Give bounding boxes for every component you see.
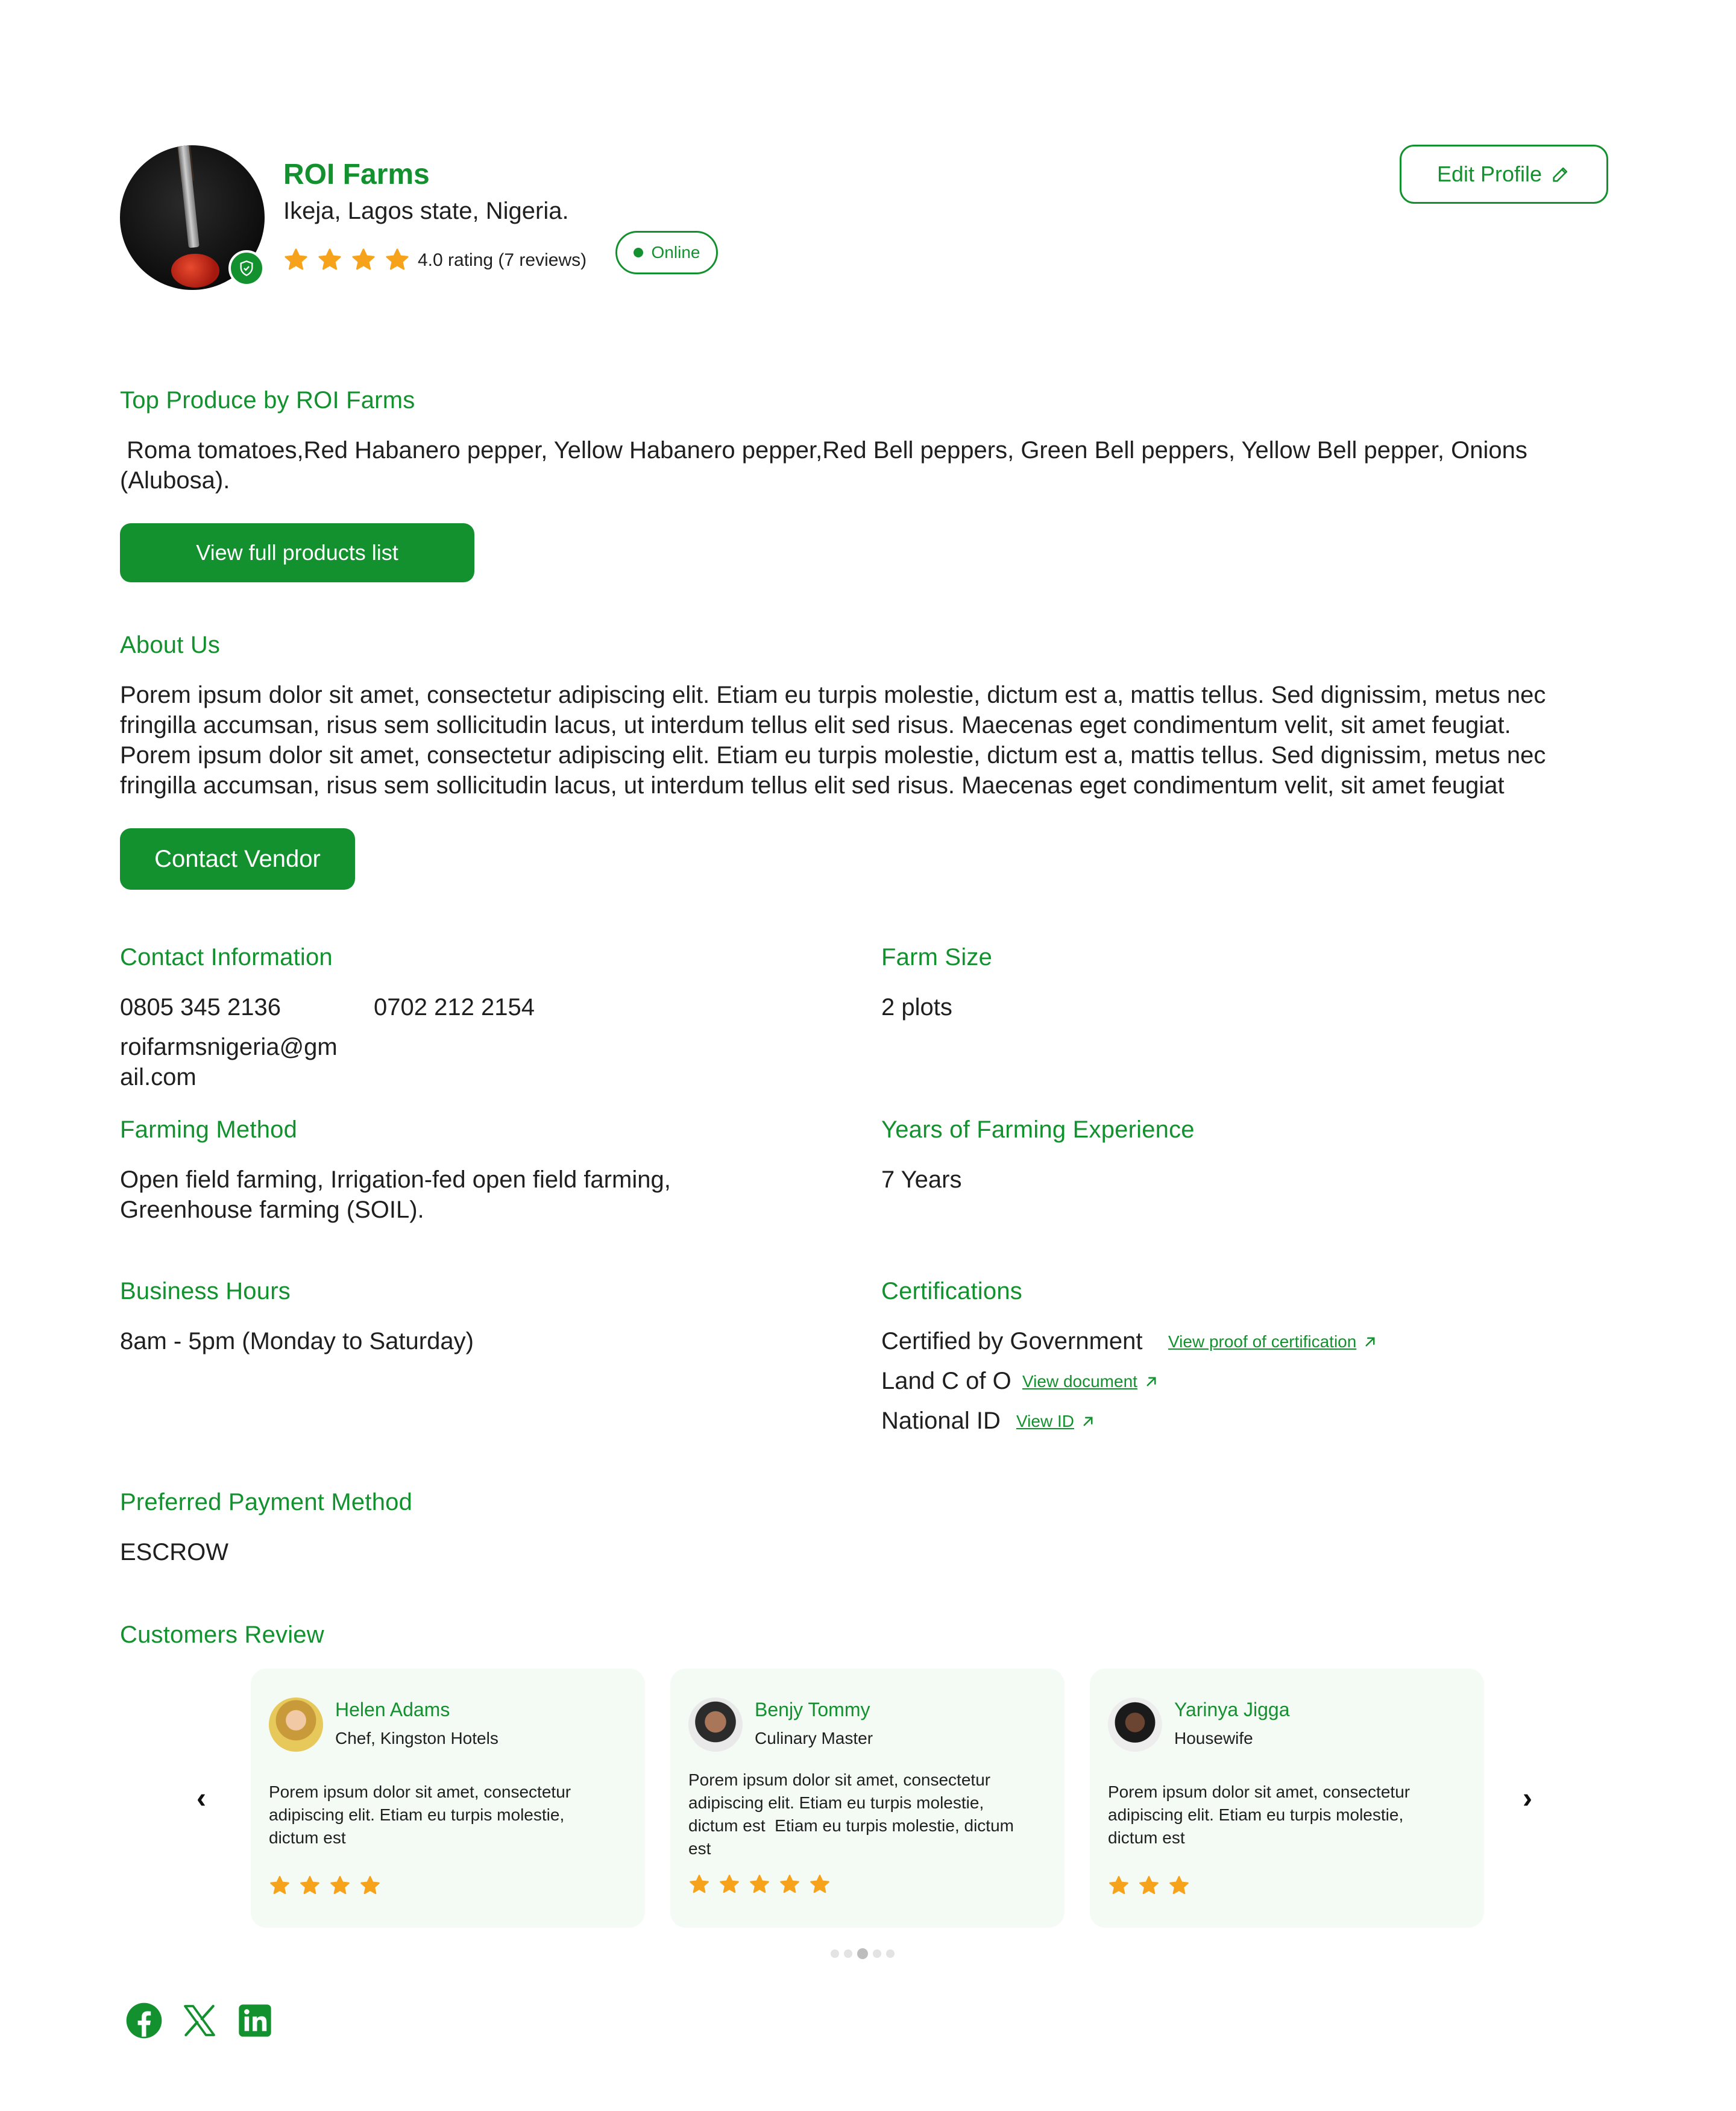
pagination-dot[interactable] <box>873 1949 881 1958</box>
reviewer-role: Culinary Master <box>755 1729 873 1748</box>
view-products-label: View full products list <box>196 540 398 565</box>
farm-size-heading: Farm Size <box>881 944 993 971</box>
carousel-prev-button[interactable]: ‹ <box>197 1782 206 1815</box>
review-card: Helen Adams Chef, Kingston Hotels Porem … <box>251 1669 645 1928</box>
about-line: Porem ipsum dolor sit amet, consectetur … <box>120 742 1546 769</box>
external-link-icon <box>1079 1412 1097 1430</box>
verified-shield-icon <box>228 250 265 286</box>
external-link-icon <box>1361 1333 1379 1351</box>
star-icon <box>283 247 309 272</box>
business-hours-heading: Business Hours <box>120 1278 291 1304</box>
star-icon <box>688 1873 710 1895</box>
vendor-location: Ikeja, Lagos state, Nigeria. <box>283 198 569 224</box>
reviews-heading: Customers Review <box>120 1622 324 1648</box>
star-icon <box>1108 1875 1130 1896</box>
about-heading: About Us <box>120 632 221 658</box>
reviewer-avatar <box>269 1697 323 1752</box>
star-icon <box>719 1873 740 1895</box>
status-badge: Online <box>615 231 718 274</box>
land-cofo-label: Land C of O <box>881 1368 1011 1394</box>
vendor-name: ROI Farms <box>283 159 430 190</box>
edit-profile-label: Edit Profile <box>1436 162 1543 186</box>
star-icon <box>359 1875 381 1896</box>
about-line: Porem ipsum dolor sit amet, consectetur … <box>120 682 1546 708</box>
star-icon <box>1138 1875 1160 1896</box>
view-document-link[interactable]: View document <box>1022 1372 1160 1391</box>
farming-method-heading: Farming Method <box>120 1116 298 1143</box>
farming-method-line1: Open field farming, Irrigation-fed open … <box>120 1166 671 1193</box>
review-stars <box>269 1875 381 1896</box>
star-icon <box>317 247 342 272</box>
linkedin-icon[interactable] <box>236 2001 274 2040</box>
pagination-dot[interactable] <box>831 1949 839 1958</box>
phone-primary: 0805 345 2136 <box>120 994 281 1021</box>
pagination-dot[interactable] <box>844 1949 852 1958</box>
contact-heading: Contact Information <box>120 944 333 971</box>
pencil-icon <box>1553 167 1568 182</box>
experience-value: 7 Years <box>881 1166 962 1193</box>
phone-secondary: 0702 212 2154 <box>374 994 535 1021</box>
star-icon <box>351 247 376 272</box>
national-id-label: National ID <box>881 1408 1001 1434</box>
review-text: Porem ipsum dolor sit amet, consectetur a… <box>1108 1782 1410 1847</box>
business-hours-value: 8am - 5pm (Monday to Saturday) <box>120 1328 474 1354</box>
payment-value: ESCROW <box>120 1539 228 1565</box>
top-produce-text-line2: (Alubosa). <box>120 467 230 494</box>
view-products-button[interactable]: View full products list <box>120 523 474 582</box>
pagination-dot[interactable] <box>886 1949 895 1958</box>
review-card: Yarinya Jigga Housewife Porem ipsum dolo… <box>1090 1669 1484 1928</box>
certifications-heading: Certifications <box>881 1278 1022 1304</box>
review-stars <box>688 1873 831 1895</box>
email-line1: roifarmsnigeria@gm <box>120 1034 338 1060</box>
top-produce-heading: Top Produce by ROI Farms <box>120 387 415 414</box>
star-icon <box>779 1873 800 1895</box>
about-line: fringilla accumsan, risus sem sollicitud… <box>120 772 1505 799</box>
about-line: fringilla accumsan, risus sem sollicitud… <box>120 712 1511 738</box>
view-id-label: View ID <box>1016 1412 1074 1430</box>
star-icon <box>385 247 410 272</box>
top-produce-text-line1: Roma tomatoes,Red Habanero pepper, Yello… <box>120 437 1527 464</box>
reviewer-name: Helen Adams <box>335 1699 450 1720</box>
facebook-icon[interactable] <box>125 2001 163 2040</box>
reviewer-avatar <box>1108 1697 1162 1752</box>
rating-text: 4.0 rating (7 reviews) <box>418 250 587 270</box>
contact-vendor-label: Contact Vendor <box>154 845 321 872</box>
carousel-next-button[interactable]: › <box>1523 1782 1532 1815</box>
reviewer-role: Housewife <box>1174 1729 1253 1748</box>
view-certification-link[interactable]: View proof of certification <box>1168 1332 1379 1351</box>
rating-stars <box>283 247 410 272</box>
certification-label: Certified by Government <box>881 1328 1143 1354</box>
view-id-link[interactable]: View ID <box>1016 1412 1097 1431</box>
reviewer-avatar <box>688 1697 743 1752</box>
view-document-label: View document <box>1022 1372 1137 1391</box>
star-icon <box>809 1873 831 1895</box>
reviewer-name: Benjy Tommy <box>755 1699 870 1720</box>
star-icon <box>299 1875 321 1896</box>
carousel-pagination <box>831 1948 895 1959</box>
star-icon <box>749 1873 770 1895</box>
star-icon <box>329 1875 351 1896</box>
email-line2: ail.com <box>120 1064 197 1090</box>
payment-heading: Preferred Payment Method <box>120 1489 413 1515</box>
review-text: Porem ipsum dolor sit amet, consectetur a… <box>688 1770 1014 1858</box>
reviewer-name: Yarinya Jigga <box>1174 1699 1290 1720</box>
experience-heading: Years of Farming Experience <box>881 1116 1195 1143</box>
external-link-icon <box>1142 1373 1160 1391</box>
review-text: Porem ipsum dolor sit amet, consectetur a… <box>269 1782 571 1847</box>
pagination-dot-active[interactable] <box>857 1948 868 1959</box>
view-certification-label: View proof of certification <box>1168 1332 1357 1351</box>
review-stars <box>1108 1875 1190 1896</box>
edit-profile-button[interactable]: Edit Profile <box>1400 145 1608 204</box>
review-card: Benjy Tommy Culinary Master Porem ipsum … <box>670 1669 1065 1928</box>
x-icon[interactable] <box>180 2001 219 2040</box>
star-icon <box>1168 1875 1190 1896</box>
reviewer-role: Chef, Kingston Hotels <box>335 1729 498 1748</box>
status-label: Online <box>651 243 700 262</box>
contact-vendor-button[interactable]: Contact Vendor <box>120 828 355 890</box>
status-dot-icon <box>633 248 643 257</box>
farm-size-value: 2 plots <box>881 994 952 1021</box>
farming-method-line2: Greenhouse farming (SOIL). <box>120 1197 424 1223</box>
star-icon <box>269 1875 291 1896</box>
